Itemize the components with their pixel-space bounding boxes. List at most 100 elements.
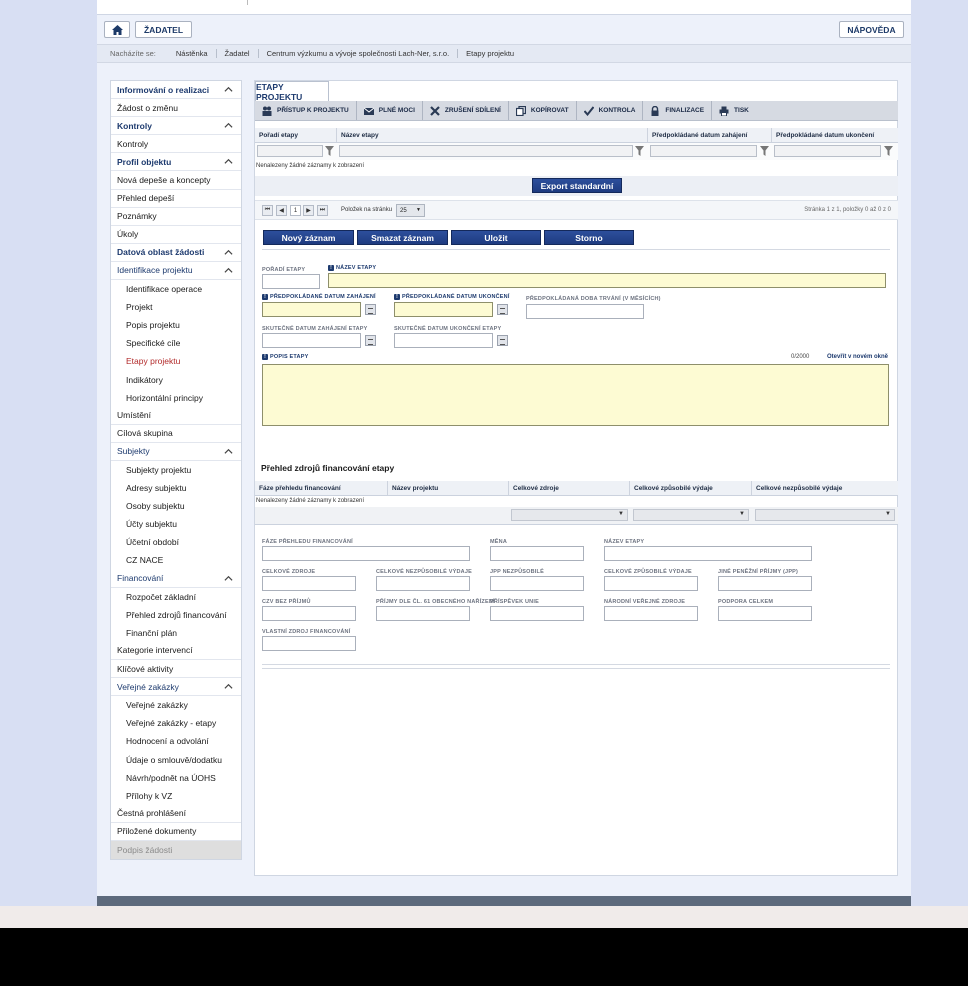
sidebar-item-adresy-subjektu[interactable]: Adresy subjektu <box>111 479 241 497</box>
filter-icon[interactable] <box>760 146 769 156</box>
col-pred-ukonceni[interactable]: Předpokládané datum ukončení <box>772 128 898 142</box>
sidebar-item-subjekty-projektu[interactable]: Subjekty projektu <box>111 461 241 479</box>
sidebar-item-kontroly[interactable]: Kontroly <box>111 135 241 154</box>
chevron-up-icon[interactable] <box>224 266 233 275</box>
sidebar-item-udaje-o-smlouve-dodatku[interactable]: Údaje o smlouvě/dodatku <box>111 750 241 768</box>
pager-last-button[interactable]: ⏭ <box>317 205 328 216</box>
col-nazev-etapy[interactable]: Název etapy <box>337 128 648 142</box>
jine-prijmy-input[interactable] <box>718 576 812 591</box>
sidebar-item-profil-objektu[interactable]: Profil objektu <box>111 153 241 172</box>
plne-moci-button[interactable]: PLNÉ MOCI <box>357 101 423 120</box>
filter-pred-ukonceni[interactable] <box>774 145 881 157</box>
sidebar-item-navrh-podnet-na-uohs[interactable]: Návrh/podnět na ÚOHS <box>111 769 241 787</box>
sidebar-item-prilohy-k-vz[interactable]: Přílohy k VZ <box>111 787 241 805</box>
sidebar-item-klicove-aktivity[interactable]: Klíčové aktivity <box>111 660 241 679</box>
fin-filter-nezpusobile[interactable]: ▼ <box>755 509 895 521</box>
faze-input[interactable] <box>262 546 470 561</box>
zruseni-sdileni-button[interactable]: ZRUŠENÍ SDÍLENÍ <box>423 101 509 120</box>
sidebar-item-nova-depese-a-koncepty[interactable]: Nová depeše a koncepty <box>111 171 241 190</box>
sidebar-item-informovani-o-realizaci[interactable]: Informování o realizaci <box>111 81 241 100</box>
breadcrumb-item-zadatel[interactable]: Žadatel <box>217 49 259 58</box>
sidebar-item-projekt[interactable]: Projekt <box>111 298 241 316</box>
sidebar-item-poznamky[interactable]: Poznámky <box>111 208 241 226</box>
filter-icon[interactable] <box>325 146 334 156</box>
tisk-button[interactable]: TISK <box>712 101 756 120</box>
sidebar-item-cz-nace[interactable]: CZ NACE <box>111 551 241 569</box>
chevron-up-icon[interactable] <box>224 248 233 257</box>
sidebar-item-kategorie-intervenci[interactable]: Kategorie intervencí <box>111 642 241 660</box>
sidebar-item-financovani[interactable]: Financování <box>111 570 241 588</box>
open-new-window-link[interactable]: Otevřít v novém okně <box>827 354 888 360</box>
col-poradi-etapy[interactable]: Pořadí etapy <box>255 128 337 142</box>
sidebar-item-prilozene-dokumenty[interactable]: Přiložené dokumenty <box>111 823 241 841</box>
sidebar-item-prehled-zdroju-financovani[interactable]: Přehled zdrojů financování <box>111 606 241 624</box>
col-faze[interactable]: Fáze přehledu financování <box>255 481 388 495</box>
sidebar-item-financni-plan[interactable]: Finanční plán <box>111 624 241 642</box>
chevron-up-icon[interactable] <box>224 157 233 166</box>
sidebar-item-datova-oblast-zadosti[interactable]: Datová oblast žádosti <box>111 244 241 262</box>
chevron-up-icon[interactable] <box>224 682 233 691</box>
sidebar-item-ucetni-obdobi[interactable]: Účetní období <box>111 533 241 551</box>
pager-prev-button[interactable]: ◀ <box>276 205 287 216</box>
new-record-button[interactable]: Nový záznam <box>263 230 354 245</box>
popis-etapy-textarea[interactable] <box>262 364 889 426</box>
col-celkove-nezpusobile[interactable]: Celkové nezpůsobilé výdaje <box>752 481 898 495</box>
filter-pred-zahajeni[interactable] <box>650 145 757 157</box>
vlastni-input[interactable] <box>262 636 356 651</box>
sidebar-item-cilova-skupina[interactable]: Cílová skupina <box>111 425 241 443</box>
skut-ukonceni-input[interactable] <box>394 333 493 348</box>
col-celkove-zdroje[interactable]: Celkové zdroje <box>509 481 630 495</box>
filter-nazev[interactable] <box>339 145 633 157</box>
pred-zahajeni-input[interactable] <box>262 302 361 317</box>
filter-icon[interactable] <box>635 146 644 156</box>
delete-record-button[interactable]: Smazat záznam <box>357 230 448 245</box>
prijmy61-input[interactable] <box>376 606 470 621</box>
sidebar-item-indikatory[interactable]: Indikátory <box>111 371 241 389</box>
sidebar-item-horizontalni-principy[interactable]: Horizontální principy <box>111 389 241 407</box>
sidebar-item-identifikace-projektu[interactable]: Identifikace projektu <box>111 262 241 281</box>
sidebar-item-kontroly[interactable]: Kontroly <box>111 117 241 136</box>
home-button[interactable] <box>104 21 130 38</box>
pager-next-button[interactable]: ▶ <box>303 205 314 216</box>
col-pred-zahajeni[interactable]: Předpokládané datum zahájení <box>648 128 772 142</box>
sidebar-item-zadost-o-zmenu[interactable]: Žádost o změnu <box>111 99 241 118</box>
celk-zdroje-input[interactable] <box>262 576 356 591</box>
nazev-etapy-input[interactable] <box>328 273 886 288</box>
pager-first-button[interactable]: ⏮ <box>262 205 273 216</box>
zadatel-button[interactable]: ŽADATEL <box>135 21 192 38</box>
sidebar-item-verejne-zakazky-etapy[interactable]: Veřejné zakázky - etapy <box>111 714 241 732</box>
podpora-input[interactable] <box>718 606 812 621</box>
save-button[interactable]: Uložit <box>451 230 541 245</box>
sidebar-item-umisteni[interactable]: Umístění <box>111 407 241 425</box>
cancel-button[interactable]: Storno <box>544 230 634 245</box>
sidebar-item-specificke-cile[interactable]: Specifické cíle <box>111 334 241 352</box>
sidebar-item-hodnoceni-a-odvolani[interactable]: Hodnocení a odvolání <box>111 732 241 750</box>
mena-input[interactable] <box>490 546 584 561</box>
tab-etapy-projektu[interactable]: ETAPY PROJEKTU <box>255 81 329 102</box>
sidebar-item-ukoly[interactable]: Úkoly <box>111 226 241 244</box>
kontrola-button[interactable]: KONTROLA <box>577 101 644 120</box>
pristup-button[interactable]: PŘÍSTUP K PROJEKTU <box>255 101 357 120</box>
doba-trvani-input[interactable] <box>526 304 644 319</box>
sidebar-item-cestna-prohlaseni[interactable]: Čestná prohlášení <box>111 805 241 823</box>
finalizace-button[interactable]: FINALIZACE <box>643 101 713 120</box>
calendar-icon[interactable] <box>365 335 376 346</box>
chevron-up-icon[interactable] <box>224 447 233 456</box>
fin-filter-zpusobile[interactable]: ▼ <box>633 509 749 521</box>
celk-zpus-input[interactable] <box>604 576 698 591</box>
sidebar-item-identifikace-operace[interactable]: Identifikace operace <box>111 280 241 298</box>
sidebar-item-etapy-projektu[interactable]: Etapy projektu <box>111 352 241 370</box>
skut-zahajeni-input[interactable] <box>262 333 361 348</box>
celk-nezpus-input[interactable] <box>376 576 470 591</box>
calendar-icon[interactable] <box>365 304 376 315</box>
kopirovat-button[interactable]: KOPÍROVAT <box>509 101 577 120</box>
fin-nazev-input[interactable] <box>604 546 812 561</box>
col-nazev-projektu[interactable]: Název projektu <box>388 481 509 495</box>
narodni-input[interactable] <box>604 606 698 621</box>
fin-filter-zdroje[interactable]: ▼ <box>511 509 628 521</box>
per-page-select[interactable]: 25 ▼ <box>396 204 425 217</box>
sidebar-item-rozpocet-zakladni[interactable]: Rozpočet základní <box>111 588 241 606</box>
breadcrumb-item-subject[interactable]: Centrum výzkumu a vývoje společnosti Lac… <box>259 49 459 58</box>
pager-page-input[interactable]: 1 <box>290 205 301 216</box>
czv-bez-input[interactable] <box>262 606 356 621</box>
